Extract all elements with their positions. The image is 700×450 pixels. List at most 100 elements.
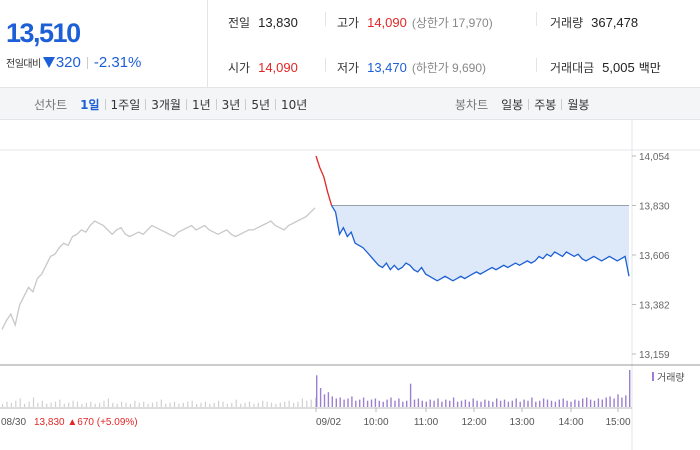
stat-label: 저가	[337, 61, 360, 75]
today-volume-bar	[578, 400, 580, 407]
x-tick-label: 11:00	[414, 417, 439, 428]
prev-volume-bar	[253, 403, 255, 407]
prev-volume-bar	[266, 401, 268, 407]
line-period-tab-0[interactable]: 1일	[75, 96, 104, 113]
today-volume-bar	[586, 397, 588, 407]
divider	[86, 56, 88, 69]
prev-volume-bar	[301, 398, 303, 407]
prev-volume-bar	[81, 403, 83, 407]
today-volume-bar	[398, 398, 400, 407]
today-volume-bar	[476, 400, 478, 407]
stat-prev-close: 전일 13,830	[228, 14, 298, 31]
today-volume-bar	[609, 396, 611, 407]
today-volume-bar	[316, 375, 318, 407]
candle-period-tab-1[interactable]: 주봉	[529, 96, 561, 113]
line-period-tab-2[interactable]: 3개월	[146, 96, 186, 113]
prev-volume-bar	[143, 401, 145, 407]
stat-value: 14,090	[258, 60, 298, 75]
prev-volume-bar	[50, 402, 52, 407]
today-volume-bar	[613, 398, 615, 407]
y-tick-label: 13,159	[639, 350, 670, 361]
prev-volume-bar	[76, 401, 79, 407]
stat-value: 14,090	[367, 15, 407, 30]
prev-volume-bar	[46, 403, 48, 407]
today-volume-bar	[550, 400, 553, 407]
candle-period-tab-2[interactable]: 월봉	[562, 96, 594, 113]
today-volume-bar	[335, 398, 337, 407]
today-volume-bar	[394, 400, 396, 407]
prev-volume-bar	[138, 402, 140, 407]
today-volume-bar	[617, 394, 619, 407]
prev-volume-bar	[165, 403, 167, 407]
prev-volume-bar	[235, 399, 237, 407]
stat-turnover: 거래대금 5,005 백만	[550, 59, 661, 76]
prev-day-pct: (+5.09%)	[97, 417, 138, 428]
prev-volume-bar	[90, 401, 92, 407]
today-volume-bar	[429, 399, 431, 407]
stat-low: 저가 13,470 (하한가 9,690)	[337, 59, 486, 76]
line-period-tab-4[interactable]: 3년	[217, 96, 246, 113]
line-period-tab-5[interactable]: 5년	[246, 96, 275, 113]
today-volume-bar	[464, 399, 467, 407]
prev-volume-bar	[151, 402, 154, 407]
prev-volume-bar	[306, 400, 308, 407]
prev-volume-bar	[129, 403, 131, 407]
stat-label: 시가	[228, 61, 251, 75]
today-volume-bar	[343, 399, 345, 407]
today-volume-bar	[370, 399, 373, 407]
today-volume-bar	[499, 400, 502, 407]
today-volume-bar	[413, 399, 416, 407]
prev-volume-bar	[262, 400, 264, 407]
prev-day-change: ▲670	[67, 417, 96, 428]
stat-value: 13,470	[367, 60, 407, 75]
prev-volume-bar	[275, 403, 277, 407]
today-volume-bar	[445, 399, 447, 407]
line-period-tab-6[interactable]: 10년	[276, 96, 312, 113]
price-chart-svg: 14,054 13,830 13,606 13,382 13,159 거래량 08/30…	[0, 120, 700, 450]
prev-volume-bar	[121, 401, 123, 407]
prev-volume-bar	[191, 400, 193, 407]
today-volume-bar	[535, 401, 537, 407]
volume-legend-label: 거래량	[657, 372, 685, 384]
prev-volume-bar	[310, 399, 312, 407]
today-volume-bar	[347, 398, 349, 407]
prev-volume-bar	[204, 401, 206, 407]
prev-volume-bar	[32, 397, 35, 407]
line-period-tab-3[interactable]: 1년	[187, 96, 216, 113]
today-volume-bar	[589, 399, 592, 407]
x-tick-label: 09/02	[316, 417, 341, 428]
line-chart-title: 선차트	[34, 97, 68, 112]
today-volume-bar	[319, 388, 322, 407]
today-volume-bar	[409, 383, 412, 407]
today-volume-bar	[437, 398, 439, 407]
prev-volume-bar	[218, 400, 220, 407]
y-tick-label: 13,606	[639, 251, 670, 262]
prev-volume-bar	[10, 402, 12, 407]
price-chart: 14,054 13,830 13,606 13,382 13,159 거래량 08/30…	[0, 120, 700, 450]
stat-volume: 거래량 367,478	[550, 14, 638, 31]
today-volume-bar	[386, 399, 388, 407]
prev-volume-bar	[112, 402, 114, 407]
today-volume-bar	[605, 397, 607, 407]
today-volume-bar	[359, 399, 361, 407]
prev-day-price-line	[1, 207, 316, 330]
today-volume-bar	[527, 400, 529, 407]
today-volume-bar	[390, 397, 392, 407]
today-volume-bar	[362, 397, 365, 407]
today-volume-bar	[406, 400, 408, 407]
prev-volume-bar	[200, 402, 202, 407]
prev-volume-bar	[15, 400, 17, 407]
candle-period-tab-0[interactable]: 일봉	[496, 96, 528, 113]
line-period-tab-1[interactable]: 1주일	[106, 96, 146, 113]
today-volume-bar	[539, 400, 541, 407]
prev-volume-bar	[116, 403, 118, 407]
stat-value: 13,830	[258, 15, 298, 30]
prev-volume-bar	[107, 398, 109, 407]
prev-volume-bar	[209, 403, 211, 407]
lower-limit-label: (하한가	[411, 61, 449, 75]
x-tick-label: 10:00	[363, 417, 388, 428]
line-chart-periods: 선차트 1일 1주일 3개월 1년 3년 5년 10년	[34, 88, 312, 120]
today-volume-bar	[480, 401, 482, 407]
stat-unit: 백만	[638, 61, 661, 75]
prev-volume-bar	[244, 402, 246, 407]
